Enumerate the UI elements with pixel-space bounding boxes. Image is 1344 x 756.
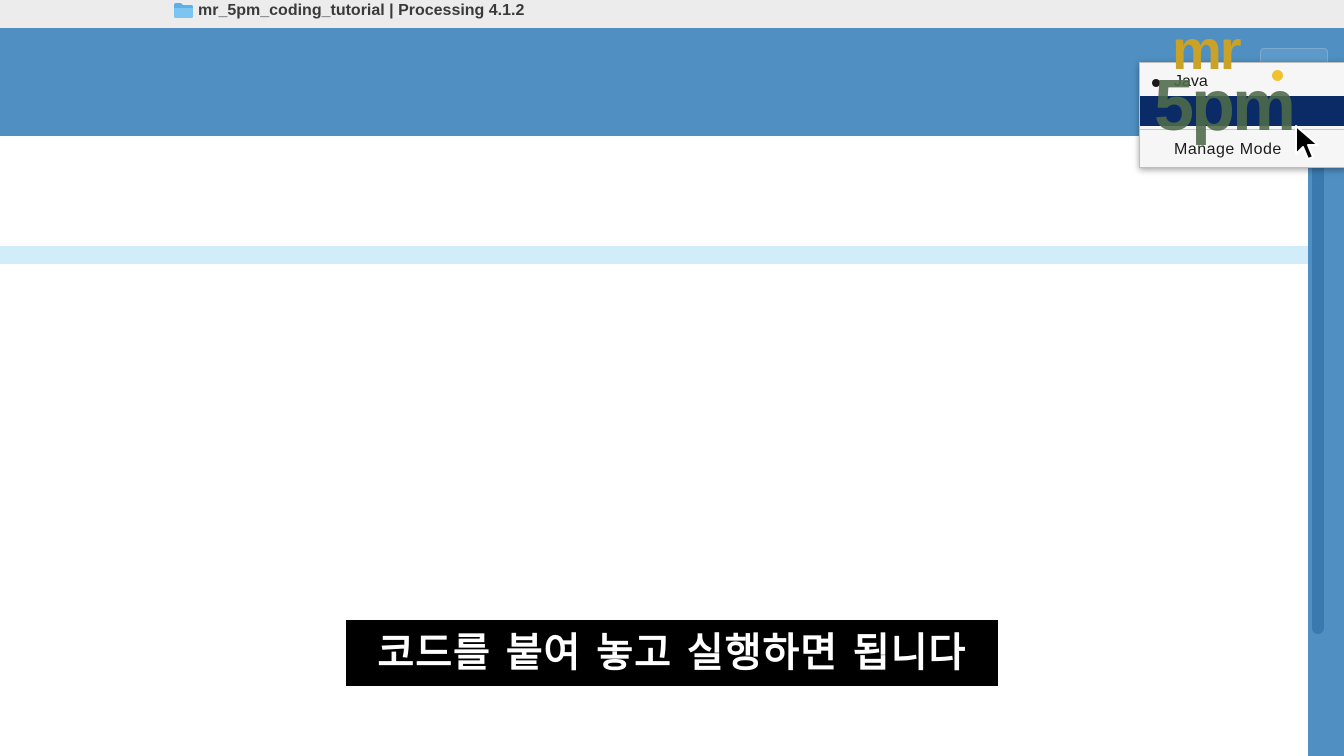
window-title-bar: mr_5pm_coding_tutorial | Processing 4.1.… <box>0 0 1344 29</box>
menu-item-java-label: Java <box>1174 73 1208 90</box>
subtitle-caption: 코드를 붙여 놓고 실행하면 됩니다 <box>346 620 998 686</box>
window-title: mr_5pm_coding_tutorial | Processing 4.1.… <box>198 2 525 19</box>
menu-item-java[interactable]: Java <box>1140 67 1344 97</box>
mouse-pointer-icon <box>1295 125 1319 160</box>
menu-item-highlighted[interactable] <box>1140 96 1344 126</box>
folder-icon <box>174 3 193 18</box>
current-line-highlight <box>0 246 1308 264</box>
scrollbar-thumb[interactable] <box>1312 160 1324 634</box>
processing-ide-window: mr_5pm_coding_tutorial | Processing 4.1.… <box>0 0 1344 756</box>
selected-bullet-icon <box>1152 79 1160 87</box>
menu-item-manage-label: Manage Mode <box>1174 141 1282 158</box>
